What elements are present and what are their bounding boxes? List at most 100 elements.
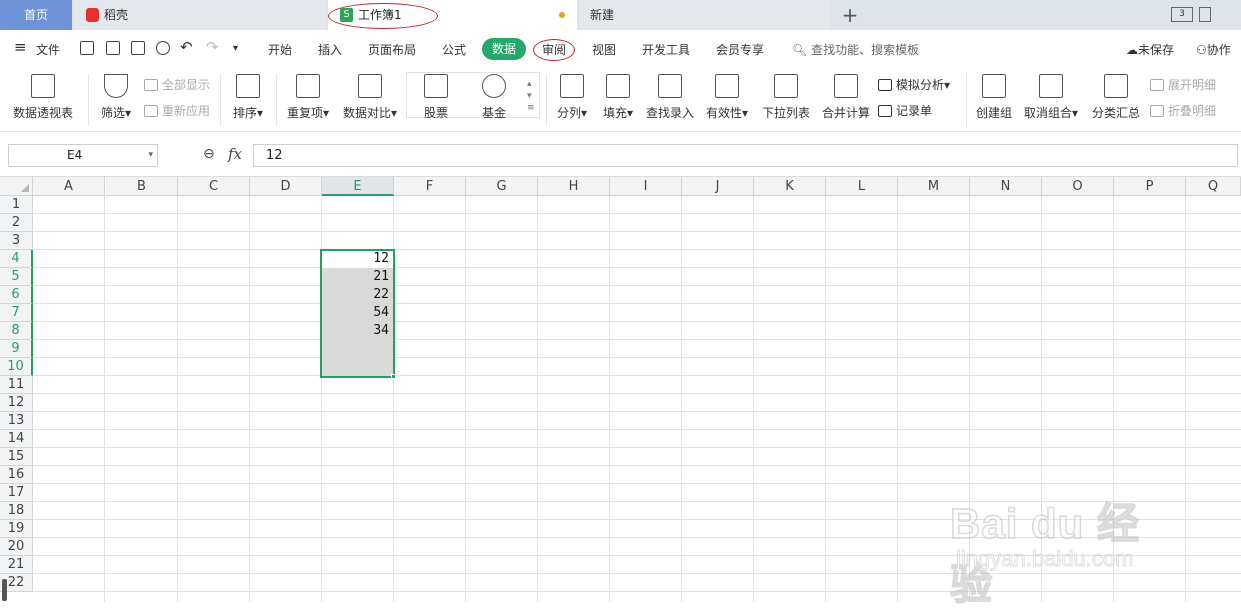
row-header-11[interactable]: 11 xyxy=(0,376,33,394)
column-header-c[interactable]: C xyxy=(178,177,250,196)
show-all-button[interactable]: 全部显示 xyxy=(144,76,210,93)
row-header-13[interactable]: 13 xyxy=(0,412,33,430)
column-header-m[interactable]: M xyxy=(898,177,970,196)
lookup-entry-button[interactable]: 查找录入 xyxy=(644,68,696,121)
what-if-analysis-button[interactable]: 模拟分析▾ xyxy=(878,76,950,93)
expand-detail-button[interactable]: 展开明细 xyxy=(1150,76,1216,93)
name-box-chevron-down-icon[interactable]: ▾ xyxy=(148,145,153,166)
menu-tab-developer[interactable]: 开发工具 xyxy=(642,41,690,58)
row-header-14[interactable]: 14 xyxy=(0,430,33,448)
menu-tab-data[interactable]: 数据 xyxy=(482,38,526,60)
validity-button[interactable]: 有效性▾ xyxy=(702,68,752,121)
cloud-icon: ☁ xyxy=(1126,43,1138,57)
menu-tab-member[interactable]: 会员专享 xyxy=(716,41,764,58)
collaborate-button[interactable]: ⚇协作 xyxy=(1196,41,1231,58)
row-header-8[interactable]: 8 xyxy=(0,322,33,340)
subtotal-button[interactable]: 分类汇总 xyxy=(1088,68,1144,121)
tab-daoke[interactable]: 稻壳 xyxy=(74,0,326,30)
create-group-button[interactable]: 创建组 xyxy=(972,68,1016,121)
row-header-3[interactable]: 3 xyxy=(0,232,33,250)
column-header-p[interactable]: P xyxy=(1114,177,1186,196)
zoom-magnifier-icon[interactable]: ⊖ xyxy=(203,146,215,162)
column-header-o[interactable]: O xyxy=(1042,177,1114,196)
print-preview-icon[interactable] xyxy=(156,41,170,55)
row-header-19[interactable]: 19 xyxy=(0,520,33,538)
menu-tab-formula[interactable]: 公式 xyxy=(442,41,466,58)
row-header-15[interactable]: 15 xyxy=(0,448,33,466)
dropdown-list-button[interactable]: 下拉列表 xyxy=(758,68,814,121)
redo-icon[interactable]: ↷ xyxy=(206,38,219,56)
select-all-corner[interactable] xyxy=(0,177,33,196)
pivot-table-button[interactable]: 数据透视表 xyxy=(10,68,76,121)
tab-workbook[interactable]: S 工作簿1 xyxy=(328,0,577,30)
duplicates-button[interactable]: 重复项▾ xyxy=(282,68,334,121)
row-header-4[interactable]: 4 xyxy=(0,250,33,268)
column-gridline xyxy=(681,196,682,602)
column-header-h[interactable]: H xyxy=(538,177,610,196)
stock-button[interactable]: 股票 xyxy=(416,68,456,121)
row-header-16[interactable]: 16 xyxy=(0,466,33,484)
search-placeholder: 查找功能、搜索模板 xyxy=(811,43,920,57)
export-pdf-icon[interactable] xyxy=(106,41,120,55)
fund-button[interactable]: 基金 xyxy=(474,68,514,121)
row-header-7[interactable]: 7 xyxy=(0,304,33,322)
search-box[interactable]: 🔍︎ 查找功能、搜索模板 xyxy=(792,41,919,58)
row-header-2[interactable]: 2 xyxy=(0,214,33,232)
row-header-21[interactable]: 21 xyxy=(0,556,33,574)
menu-tab-start[interactable]: 开始 xyxy=(268,41,292,58)
sort-button[interactable]: 排序▾ xyxy=(228,68,268,121)
row-header-17[interactable]: 17 xyxy=(0,484,33,502)
cloud-unsaved-button[interactable]: ☁未保存 xyxy=(1126,41,1174,58)
row-header-1[interactable]: 1 xyxy=(0,196,33,214)
menu-tab-insert[interactable]: 插入 xyxy=(318,41,342,58)
collapse-detail-button[interactable]: 折叠明细 xyxy=(1150,102,1216,119)
hamburger-menu-icon[interactable]: ≡ xyxy=(14,38,27,56)
column-header-k[interactable]: K xyxy=(754,177,826,196)
undo-icon[interactable]: ↶ xyxy=(180,38,193,56)
fx-icon[interactable]: fx xyxy=(228,145,242,163)
row-header-12[interactable]: 12 xyxy=(0,394,33,412)
menu-tab-view[interactable]: 视图 xyxy=(592,41,616,58)
tab-new[interactable]: 新建 xyxy=(580,0,830,30)
row-header-9[interactable]: 9 xyxy=(0,340,33,358)
row-header-6[interactable]: 6 xyxy=(0,286,33,304)
quick-access-chevron-down-icon[interactable]: ▾ xyxy=(233,43,238,54)
column-header-l[interactable]: L xyxy=(826,177,898,196)
row-header-10[interactable]: 10 xyxy=(0,358,33,376)
window-restore-icon[interactable] xyxy=(1199,7,1211,22)
window-count-icon[interactable]: 3 xyxy=(1171,7,1193,22)
menu-tab-page-layout[interactable]: 页面布局 xyxy=(368,41,416,58)
menu-file[interactable]: 文件 xyxy=(36,41,60,58)
data-compare-button[interactable]: 数据对比▾ xyxy=(340,68,400,121)
column-header-d[interactable]: D xyxy=(250,177,322,196)
split-column-button[interactable]: 分列▾ xyxy=(552,68,592,121)
column-header-i[interactable]: I xyxy=(610,177,682,196)
gallery-scroll-icon[interactable]: ▴ ▾ ≡ xyxy=(527,78,535,114)
reapply-button[interactable]: 重新应用 xyxy=(144,102,210,119)
column-header-n[interactable]: N xyxy=(970,177,1042,196)
sheet-scroll-handle[interactable] xyxy=(2,579,7,601)
record-form-button[interactable]: 记录单 xyxy=(878,102,932,119)
row-header-20[interactable]: 20 xyxy=(0,538,33,556)
column-gridline xyxy=(537,196,538,602)
add-tab-button[interactable]: + xyxy=(840,0,860,30)
tab-home[interactable]: 首页 xyxy=(0,0,72,30)
ungroup-button[interactable]: 取消组合▾ xyxy=(1020,68,1082,121)
row-header-5[interactable]: 5 xyxy=(0,268,33,286)
fill-handle[interactable] xyxy=(391,374,396,379)
column-header-e[interactable]: E xyxy=(322,177,394,196)
column-header-f[interactable]: F xyxy=(394,177,466,196)
save-icon[interactable] xyxy=(80,41,94,55)
filter-button[interactable]: 筛选▾ xyxy=(96,68,136,121)
print-icon[interactable] xyxy=(131,41,145,55)
column-header-a[interactable]: A xyxy=(33,177,105,196)
column-header-q[interactable]: Q xyxy=(1186,177,1241,196)
row-header-18[interactable]: 18 xyxy=(0,502,33,520)
consolidate-button[interactable]: 合并计算 xyxy=(818,68,874,121)
formula-input[interactable]: 12 xyxy=(253,144,1238,167)
column-header-g[interactable]: G xyxy=(466,177,538,196)
column-header-j[interactable]: J xyxy=(682,177,754,196)
column-header-b[interactable]: B xyxy=(106,177,178,196)
fill-button[interactable]: 填充▾ xyxy=(598,68,638,121)
name-box[interactable]: E4 ▾ xyxy=(8,144,158,167)
